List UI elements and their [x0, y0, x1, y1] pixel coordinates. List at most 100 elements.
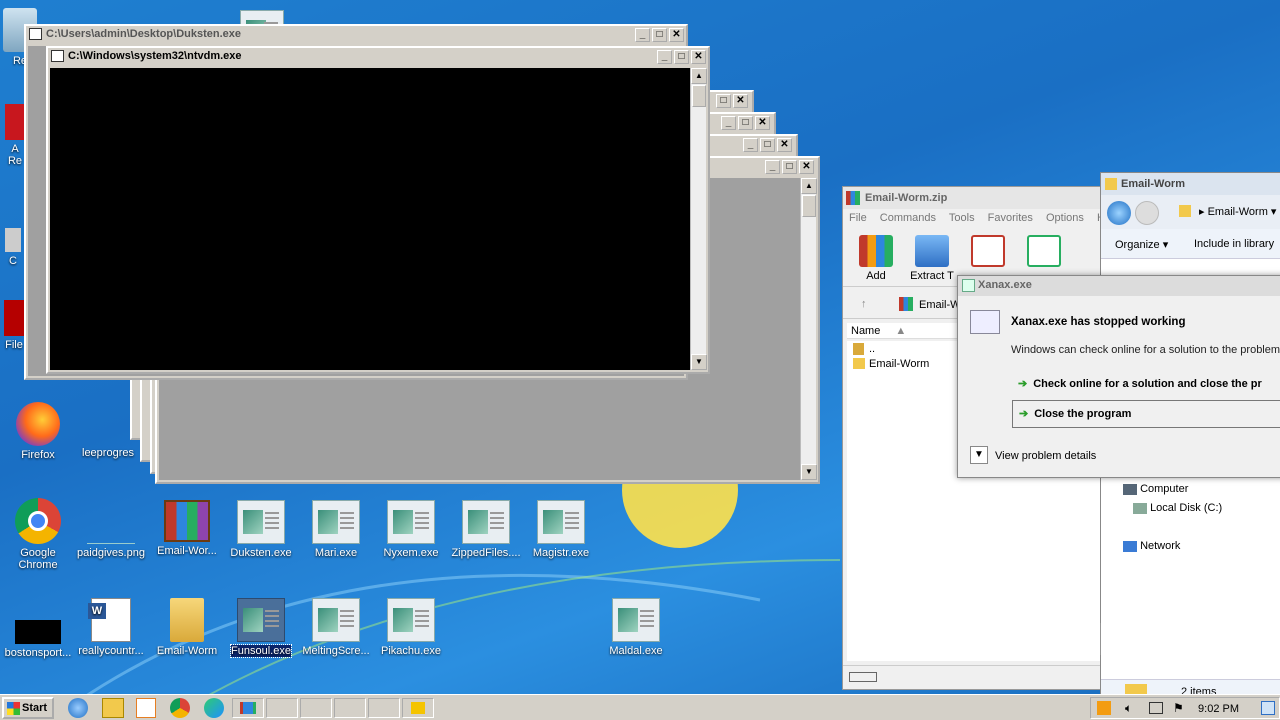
- maximize-button[interactable]: □: [716, 94, 731, 108]
- desktop-icon-meltingscreen[interactable]: MeltingScre...: [298, 598, 374, 657]
- taskbar-app-button[interactable]: [402, 698, 434, 718]
- desktop-icon-label: Mari.exe: [314, 547, 358, 559]
- nav-item-computer[interactable]: Computer: [1123, 483, 1188, 495]
- desktop-icon-label: Nyxem.exe: [383, 547, 439, 559]
- menu-commands[interactable]: Commands: [880, 212, 936, 224]
- scroll-up-icon[interactable]: ▲: [691, 68, 707, 84]
- green-arrow-icon: ➔: [1018, 378, 1028, 390]
- menu-favorites[interactable]: Favorites: [988, 212, 1033, 224]
- desktop-icon-nyxem[interactable]: Nyxem.exe: [373, 500, 449, 559]
- test-button[interactable]: [965, 235, 1011, 280]
- media-player-icon[interactable]: [136, 698, 156, 718]
- maximize-button[interactable]: □: [738, 116, 753, 130]
- desktop-icon-bostonsport[interactable]: bostonsport...: [0, 612, 76, 659]
- error-dialog[interactable]: Xanax.exe Xanax.exe has stopped working …: [957, 275, 1280, 478]
- nav-item-local-disk[interactable]: Local Disk (C:): [1133, 502, 1222, 514]
- desktop-icon-duksten[interactable]: Duksten.exe: [223, 500, 299, 559]
- nav-item-network[interactable]: Network: [1123, 540, 1180, 552]
- clock[interactable]: 9:02 PM: [1198, 703, 1239, 715]
- scroll-up-icon[interactable]: ▲: [801, 178, 817, 194]
- close-program-button[interactable]: ➔ Close the program: [1012, 400, 1280, 428]
- scroll-down-icon[interactable]: ▼: [801, 464, 817, 480]
- explorer-icon[interactable]: [102, 698, 124, 718]
- chrome-icon[interactable]: [170, 698, 190, 718]
- menu-tools[interactable]: Tools: [949, 212, 975, 224]
- minimize-button[interactable]: _: [721, 116, 736, 130]
- window-titlebar[interactable]: Email-Worm: [1101, 173, 1280, 195]
- desktop-icon-magistr[interactable]: Magistr.exe: [523, 500, 599, 559]
- expand-details-icon[interactable]: ▼: [970, 446, 988, 464]
- taskbar-console-button[interactable]: [368, 698, 400, 718]
- include-in-library-button[interactable]: Include in library: [1194, 238, 1274, 250]
- edge-icon[interactable]: [204, 698, 224, 718]
- desktop-icon-reallycountr[interactable]: W reallycountr...: [73, 598, 149, 657]
- desktop-icon-chrome[interactable]: Google Chrome: [0, 498, 76, 571]
- window-titlebar[interactable]: C:\Windows\system32\ntvdm.exe _ □ ✕: [48, 48, 708, 66]
- scroll-thumb[interactable]: [802, 195, 816, 217]
- back-icon[interactable]: [1107, 201, 1131, 225]
- desktop-icon-pikachu[interactable]: Pikachu.exe: [373, 598, 449, 657]
- view-details-link[interactable]: View problem details: [995, 450, 1096, 462]
- maximize-button[interactable]: □: [674, 50, 689, 64]
- desktop-icon-ccleaner[interactable]: C: [0, 228, 26, 267]
- up-arrow-icon[interactable]: ↑: [861, 298, 867, 310]
- desktop-icon-paidgives[interactable]: paidgives.png: [73, 500, 149, 559]
- forward-icon[interactable]: [1135, 201, 1159, 225]
- vertical-scrollbar[interactable]: ▲ ▼: [690, 68, 707, 370]
- breadcrumb[interactable]: ▸ Email-Worm ▾: [1199, 205, 1276, 218]
- window-titlebar[interactable]: Email-Worm.zip: [843, 187, 1105, 209]
- image-thumbnail-icon: [15, 620, 61, 644]
- firefox-icon: [16, 402, 60, 446]
- taskbar-dialog-button[interactable]: [334, 698, 366, 718]
- desktop-icon-funsoul[interactable]: Funsoul.exe: [223, 598, 299, 658]
- scroll-thumb[interactable]: [692, 85, 706, 107]
- close-button[interactable]: ✕: [799, 160, 814, 174]
- menu-options[interactable]: Options: [1046, 212, 1084, 224]
- close-button[interactable]: ✕: [777, 138, 792, 152]
- close-button[interactable]: ✕: [691, 50, 706, 64]
- internet-explorer-icon[interactable]: [68, 698, 88, 718]
- vertical-scrollbar[interactable]: ▲ ▼: [800, 178, 817, 480]
- desktop-icon-mari[interactable]: Mari.exe: [298, 500, 374, 559]
- minimize-button[interactable]: _: [635, 28, 650, 42]
- organize-button[interactable]: Organize ▾: [1115, 238, 1168, 251]
- shield-icon[interactable]: [1097, 701, 1111, 715]
- volume-icon[interactable]: 🔈︎: [1125, 701, 1132, 716]
- minimize-button[interactable]: _: [657, 50, 672, 64]
- list-item-label: Email-Worm: [869, 358, 930, 370]
- console-output[interactable]: ▲ ▼: [50, 68, 707, 370]
- desktop-icon-label: Maldal.exe: [609, 645, 663, 657]
- close-button[interactable]: ✕: [733, 94, 748, 108]
- window-titlebar[interactable]: C:\Users\admin\Desktop\Duksten.exe _ □ ✕: [26, 26, 686, 44]
- path-text[interactable]: Email-W: [919, 299, 961, 311]
- desktop-icon-maldal[interactable]: Maldal.exe: [598, 598, 674, 657]
- show-desktop-icon[interactable]: [1261, 701, 1275, 715]
- word-document-icon: W: [88, 598, 131, 642]
- maximize-button[interactable]: □: [652, 28, 667, 42]
- minimize-button[interactable]: _: [743, 138, 758, 152]
- desktop-icon-zippedfiles[interactable]: ZippedFiles....: [448, 500, 524, 559]
- flag-icon[interactable]: ⚑: [1173, 701, 1184, 715]
- add-button[interactable]: Add: [853, 235, 899, 282]
- desktop-icon-email-worm-zip[interactable]: Email-Wor...: [149, 500, 225, 557]
- maximize-button[interactable]: □: [782, 160, 797, 174]
- desktop-icon-email-worm-folder[interactable]: Email-Worm: [149, 598, 225, 657]
- close-button[interactable]: ✕: [755, 116, 770, 130]
- close-button[interactable]: ✕: [669, 28, 684, 42]
- desktop-icon-firefox[interactable]: Firefox: [0, 402, 76, 461]
- network-status-icon[interactable]: [1149, 702, 1163, 714]
- dialog-titlebar[interactable]: Xanax.exe: [958, 276, 1280, 296]
- minimize-button[interactable]: _: [765, 160, 780, 174]
- start-button[interactable]: Start: [2, 697, 54, 719]
- scroll-down-icon[interactable]: ▼: [691, 354, 707, 370]
- taskbar-app-button[interactable]: [266, 698, 298, 718]
- ntvdm-window[interactable]: C:\Windows\system32\ntvdm.exe _ □ ✕ ▲ ▼: [46, 46, 710, 374]
- view-button[interactable]: [1021, 235, 1067, 280]
- taskbar-winrar-button[interactable]: [232, 698, 264, 718]
- extract-button[interactable]: Extract T: [909, 235, 955, 282]
- taskbar-console-button[interactable]: [300, 698, 332, 718]
- check-online-button[interactable]: ➔ Check online for a solution and close t…: [1018, 377, 1262, 390]
- menu-file[interactable]: File: [849, 212, 867, 224]
- desktop-icon-label: Magistr.exe: [532, 547, 590, 559]
- maximize-button[interactable]: □: [760, 138, 775, 152]
